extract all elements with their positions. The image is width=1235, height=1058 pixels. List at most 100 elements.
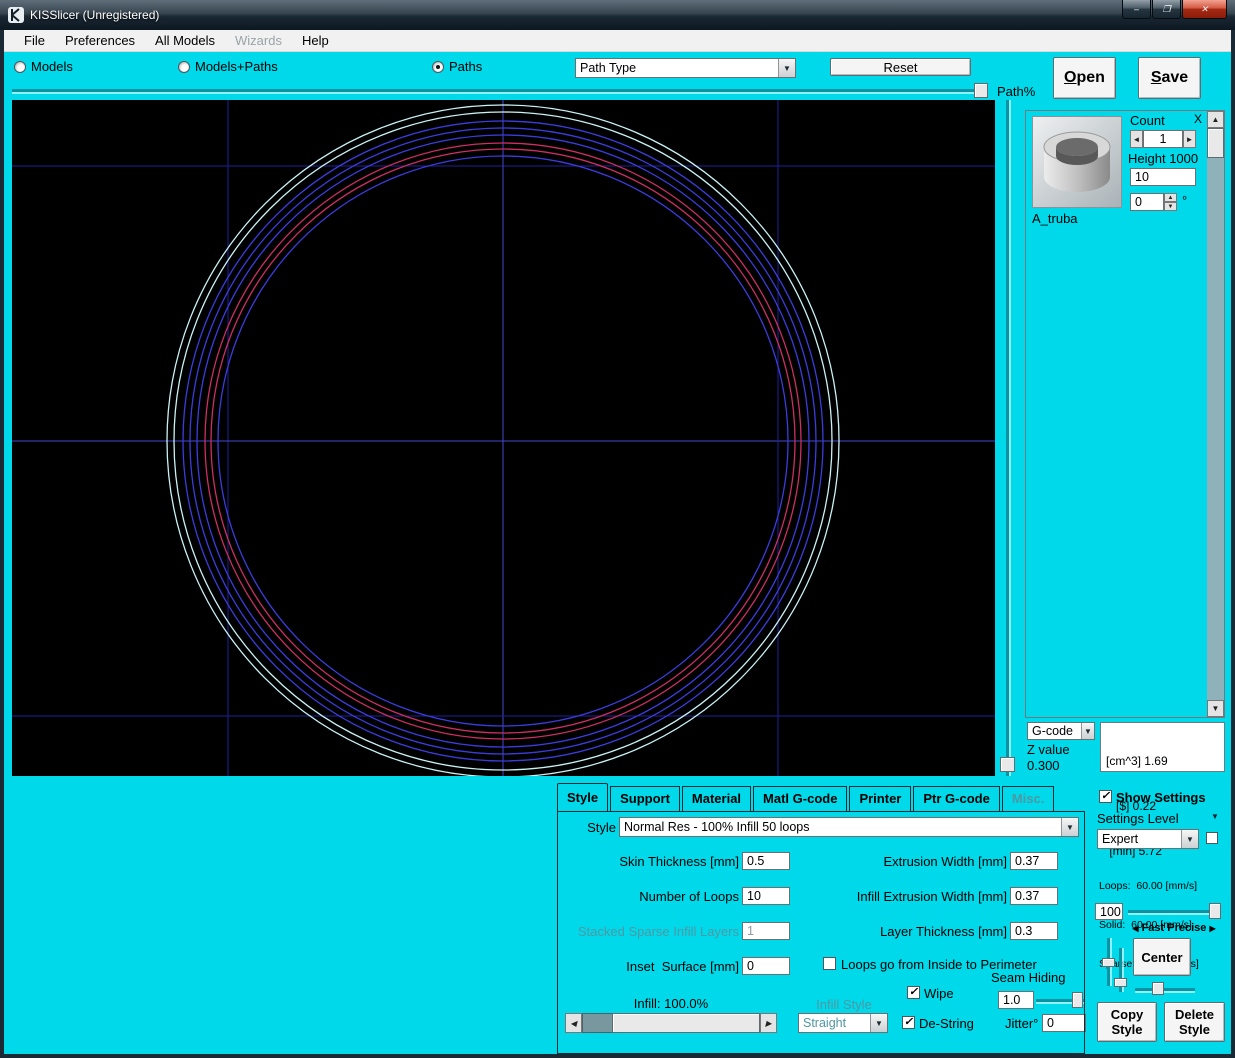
vertical-slider-2-handle[interactable] (1114, 978, 1127, 987)
small-slider-handle[interactable] (1152, 982, 1164, 995)
model-tube-render (1033, 117, 1121, 207)
speed-slider[interactable] (1128, 910, 1220, 913)
tab-printer[interactable]: Printer (849, 786, 911, 811)
vertical-slider-1-handle[interactable] (1102, 958, 1115, 967)
z-value: 0.300 (1027, 758, 1060, 773)
settings-level-label: Settings Level (1097, 811, 1179, 826)
window-frame-right (1231, 30, 1235, 1058)
radio-models-label: Models (31, 59, 73, 74)
radio-circle (14, 61, 26, 73)
rotation-field[interactable]: 0 (1130, 193, 1164, 211)
scrollbar-track[interactable] (1207, 128, 1224, 700)
count-increment-button[interactable]: ► (1183, 130, 1196, 148)
path-percent-slider[interactable] (12, 89, 988, 92)
model-thumbnail[interactable] (1032, 116, 1122, 208)
spinner-left-icon: ◄ (1133, 135, 1141, 144)
menu-preferences[interactable]: Preferences (55, 31, 145, 50)
chevron-down-icon[interactable]: ▼ (778, 59, 795, 77)
3d-viewport[interactable] (12, 100, 995, 776)
menu-all-models[interactable]: All Models (145, 31, 225, 50)
tab-matl-gcode[interactable]: Matl G-code (753, 786, 847, 811)
reset-button[interactable]: Reset (830, 58, 971, 76)
show-settings-label: Show Settings (1116, 790, 1206, 805)
radio-paths-label: Paths (449, 59, 482, 74)
tab-ptr-gcode[interactable]: Ptr G-code (913, 786, 999, 811)
radio-models-paths[interactable]: Models+Paths (178, 59, 278, 74)
menu-wizards: Wizards (225, 31, 292, 50)
settings-extra-checkbox[interactable] (1206, 832, 1218, 844)
z-slider[interactable] (1006, 100, 1009, 776)
speed-value-field[interactable]: 100 (1095, 903, 1123, 920)
path-type-value: Path Type (576, 60, 778, 76)
tab-style[interactable]: Style (557, 783, 608, 811)
window-frame-bottom (0, 1054, 1235, 1058)
rotation-up-button[interactable]: ▲ (1164, 193, 1177, 202)
open-button[interactable]: Open (1053, 57, 1116, 99)
path-type-select[interactable]: Path Type ▼ (575, 58, 796, 78)
rotation-down-button[interactable]: ▼ (1164, 202, 1177, 211)
scrollbar-down-button[interactable]: ▼ (1207, 700, 1224, 717)
path-percent-label: Path% (997, 84, 1035, 99)
tab-misc: Misc. (1002, 786, 1055, 811)
settings-level-chevron-icon[interactable]: ▼ (1211, 812, 1219, 821)
stat-volume: [cm^3] 1.69 (1106, 754, 1219, 769)
settings-level-value: Expert (1098, 831, 1181, 847)
spinner-up-icon: ▲ (1168, 195, 1174, 201)
small-slider[interactable] (1135, 988, 1195, 991)
save-button[interactable]: Save (1138, 57, 1201, 99)
count-field[interactable]: 1 (1143, 130, 1183, 148)
copy-style-button[interactable]: CopyStyle (1097, 1002, 1157, 1042)
radio-paths[interactable]: Paths (432, 59, 482, 74)
print-stats: [cm^3] 1.69 [$] 0.22 [min] 5.72 (1100, 722, 1225, 772)
style-tab-panel (557, 811, 1085, 1054)
gcode-select[interactable]: G-code ▼ (1027, 722, 1095, 740)
scrollbar-thumb[interactable] (1207, 128, 1224, 158)
menu-help[interactable]: Help (292, 31, 339, 50)
close-icon: ✕ (1201, 4, 1209, 15)
chevron-down-icon[interactable]: ▼ (1181, 830, 1198, 848)
scrollbar-up-button[interactable]: ▲ (1207, 111, 1224, 128)
spinner-down-icon: ▼ (1168, 204, 1174, 210)
model-name[interactable]: A_truba (1032, 211, 1078, 226)
titlebar: KISSlicer (Unregistered) – ❐ ✕ (0, 0, 1235, 30)
degree-label: ° (1182, 193, 1187, 208)
settings-level-select[interactable]: Expert ▼ (1097, 829, 1199, 849)
radio-circle (178, 61, 190, 73)
precise-label: Precise (1167, 922, 1206, 934)
app-window: KISSlicer (Unregistered) – ❐ ✕ File Pref… (0, 0, 1235, 1058)
show-settings-checkbox[interactable]: ✓ (1099, 790, 1112, 803)
scroll-up-icon: ▲ (1212, 115, 1220, 124)
speed-slider-handle[interactable] (1209, 903, 1221, 919)
arrow-left-icon[interactable]: ◀ (1132, 924, 1138, 933)
z-value-label: Z value (1027, 742, 1070, 757)
minimize-button[interactable]: – (1122, 0, 1151, 19)
tab-support[interactable]: Support (610, 786, 680, 811)
menubar: File Preferences All Models Wizards Help (4, 30, 1231, 52)
gcode-value: G-code (1028, 723, 1081, 739)
center-button[interactable]: Center (1133, 938, 1191, 976)
radio-models-paths-label: Models+Paths (195, 59, 278, 74)
settings-tabs: Style Support Material Matl G-code Print… (557, 786, 1056, 811)
maximize-button[interactable]: ❐ (1152, 0, 1181, 19)
sliced-paths-canvas (12, 100, 995, 776)
tab-material[interactable]: Material (682, 786, 751, 811)
path-percent-slider-handle[interactable] (974, 83, 988, 98)
fast-label: Fast (1142, 922, 1165, 934)
radio-circle (432, 61, 444, 73)
menu-file[interactable]: File (14, 31, 55, 50)
fast-precise-control[interactable]: ◀ Fast Precise ▶ (1124, 922, 1224, 934)
count-label: Count (1130, 113, 1165, 128)
chevron-down-icon[interactable]: ▼ (1081, 723, 1094, 739)
minimize-icon: – (1134, 4, 1139, 14)
close-button[interactable]: ✕ (1182, 0, 1227, 19)
panel-close-icon[interactable]: X (1194, 112, 1202, 126)
count-decrement-button[interactable]: ◄ (1130, 130, 1143, 148)
check-icon: ✓ (1101, 791, 1110, 802)
delete-style-button[interactable]: DeleteStyle (1164, 1002, 1225, 1042)
arrow-right-icon[interactable]: ▶ (1209, 924, 1215, 933)
z-slider-handle[interactable] (1000, 757, 1015, 772)
app-icon (8, 7, 24, 23)
scroll-down-icon: ▼ (1212, 704, 1220, 713)
height-field[interactable]: 10 (1130, 168, 1196, 186)
radio-models[interactable]: Models (14, 59, 73, 74)
